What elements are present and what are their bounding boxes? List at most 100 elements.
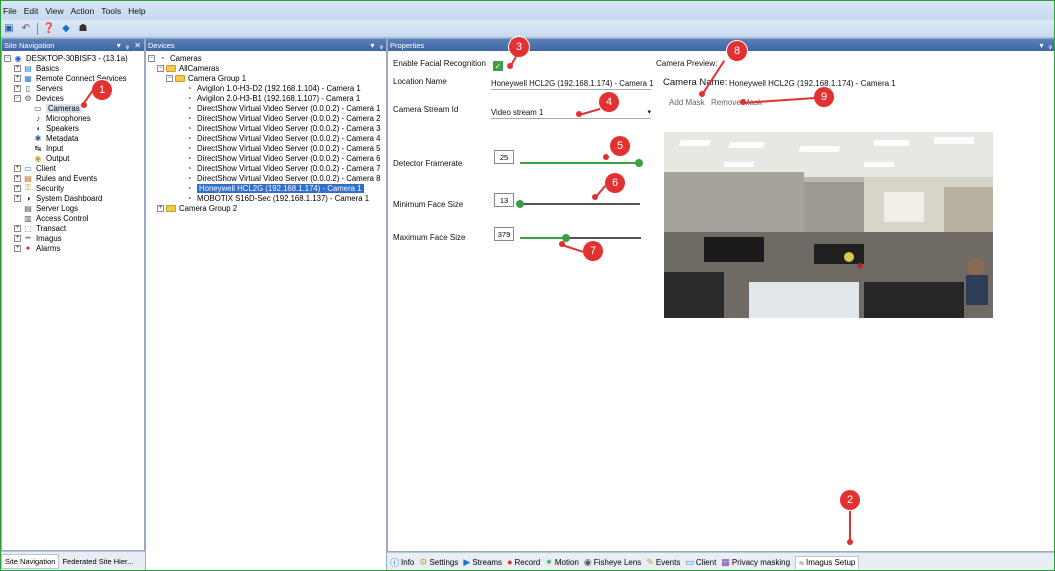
sidebar-item-rules-and-events[interactable]: + ▤ Rules and Events — [4, 173, 144, 183]
menu-edit[interactable]: Edit — [24, 6, 39, 16]
expand-icon[interactable]: + — [14, 74, 21, 82]
expand-icon[interactable]: + — [14, 174, 21, 182]
tab-federated-site[interactable]: Federated Site Hier... — [59, 555, 136, 568]
expand-icon[interactable]: + — [14, 164, 21, 172]
tab-info[interactable]: ⓘ Info — [390, 556, 414, 569]
expand-icon[interactable]: + — [14, 194, 21, 202]
expand-icon[interactable]: − — [4, 54, 11, 62]
sidebar-item-label: Server Logs — [36, 203, 79, 213]
device-tree-camera[interactable]: ◔ Honeywell HCL2G (192.168.1.174) - Camer… — [148, 183, 386, 193]
sidebar-item-basics[interactable]: + ▤ Basics — [4, 63, 144, 73]
sidebar-item-microphones[interactable]: ♪ Microphones — [4, 113, 144, 123]
menu-tools[interactable]: Tools — [101, 6, 121, 16]
device-tree-camera[interactable]: ◔ DirectShow Virtual Video Server (0.0.0.… — [148, 153, 386, 163]
device-tree-camera[interactable]: ◔ DirectShow Virtual Video Server (0.0.0.… — [148, 163, 386, 173]
device-tree-camera[interactable]: ◔ MOBOTIX S16D-Sec (192.168.1.137) - Came… — [148, 193, 386, 203]
sidebar-item-client[interactable]: + ▭ Client — [4, 163, 144, 173]
sidebar-item-label: DESKTOP-30BISF3 - (13.1a) — [26, 53, 128, 63]
connect-icon[interactable]: ◆ — [60, 23, 72, 35]
undo-icon[interactable]: ↶ — [20, 23, 32, 35]
device-tree-camera[interactable]: ◔ Avigilon 1.0-H3-D2 (192.168.1.104) - Ca… — [148, 83, 386, 93]
enable-facial-checkbox[interactable]: ✓ — [493, 61, 503, 71]
sidebar-item-input[interactable]: ↹ Input — [4, 143, 144, 153]
tab-record[interactable]: ● Record — [507, 557, 540, 567]
device-tree-camera[interactable]: ◔ Avigilon 2.0-H3-B1 (192.168.1.107) - Ca… — [148, 93, 386, 103]
max-face-input[interactable]: 379 — [494, 227, 514, 241]
min-face-input[interactable]: 13 — [494, 193, 514, 207]
expand-icon[interactable]: + — [14, 224, 21, 232]
pin-icon[interactable]: ᵩ — [379, 41, 383, 50]
expand-icon[interactable]: − — [166, 74, 173, 82]
stream-select[interactable]: Video stream 1 ▾ — [491, 108, 651, 119]
sidebar-item-metadata[interactable]: ✱ Metadata — [4, 133, 144, 143]
sidebar-item-system-dashboard[interactable]: + ◑ System Dashboard — [4, 193, 144, 203]
pin-icon[interactable]: ᵩ — [126, 41, 130, 50]
menu-view[interactable]: View — [45, 6, 63, 16]
save-icon[interactable]: ▣ — [3, 23, 15, 35]
location-field[interactable]: Honeywell HCL2G (192.168.1.174) - Camera… — [491, 79, 654, 90]
pin-dropdown-icon[interactable]: ▾ — [117, 41, 121, 50]
sidebar-item-servers[interactable]: + ▯ Servers — [4, 83, 144, 93]
help-icon[interactable]: ❓ — [43, 23, 55, 35]
expand-icon[interactable]: + — [14, 84, 21, 92]
sidebar-item-desktop-30bisf3-13-1a[interactable]: − ◉ DESKTOP-30BISF3 - (13.1a) — [4, 53, 144, 63]
expand-icon[interactable]: + — [14, 234, 21, 242]
sidebar-item-cameras[interactable]: ▭ Cameras — [4, 103, 144, 113]
expand-icon[interactable]: − — [148, 54, 155, 62]
device-tree-camera[interactable]: ◔ DirectShow Virtual Video Server (0.0.0.… — [148, 173, 386, 183]
tab-fisheye-lens[interactable]: ◉ Fisheye Lens — [584, 557, 641, 568]
sidebar-item-server-logs[interactable]: ▤ Server Logs — [4, 203, 144, 213]
menu-help[interactable]: Help — [128, 6, 145, 16]
menu-action[interactable]: Action — [71, 6, 95, 16]
tab-client[interactable]: ▭ Client — [685, 557, 716, 568]
expand-icon[interactable]: + — [14, 184, 21, 192]
add-mask-button[interactable]: Add Mask — [669, 98, 705, 107]
min-face-slider-knob[interactable] — [516, 200, 524, 208]
tab-events[interactable]: ✎ Events — [646, 557, 680, 568]
sidebar-item-output[interactable]: ◉ Output — [4, 153, 144, 163]
sidebar-item-alarms[interactable]: + ✦ Alarms — [4, 243, 144, 253]
pin-dropdown-icon[interactable]: ▾ — [1039, 41, 1043, 50]
expand-icon[interactable]: − — [157, 64, 164, 72]
close-icon[interactable]: ✕ — [134, 41, 141, 50]
servers-icon: ▯ — [25, 83, 31, 93]
tab-streams[interactable]: ▶ Streams — [463, 557, 502, 568]
framerate-slider-knob[interactable] — [635, 159, 643, 167]
sidebar-item-devices[interactable]: − ⚙ Devices — [4, 93, 144, 103]
max-face-label: Maximum Face Size — [393, 233, 466, 242]
menu-file[interactable]: File — [3, 6, 17, 16]
device-tree-camera[interactable]: ◔ DirectShow Virtual Video Server (0.0.0.… — [148, 143, 386, 153]
sidebar-item-remote-connect-services[interactable]: + ▦ Remote Connect Services — [4, 73, 144, 83]
device-tree-root[interactable]: − ◔ Cameras — [148, 53, 386, 63]
framerate-slider[interactable] — [520, 159, 643, 167]
device-tree-camera[interactable]: ◔ DirectShow Virtual Video Server (0.0.0.… — [148, 103, 386, 113]
device-tree-camera[interactable]: ◔ DirectShow Virtual Video Server (0.0.0.… — [148, 113, 386, 123]
binoculars-icon[interactable]: ☗ — [77, 23, 89, 35]
expand-icon[interactable]: + — [14, 64, 21, 72]
expand-icon[interactable]: + — [14, 244, 21, 252]
sidebar-item-imagus[interactable]: + ⥈ Imagus — [4, 233, 144, 243]
sidebar-item-access-control[interactable]: ▥ Access Control — [4, 213, 144, 223]
sidebar-item-speakers[interactable]: ◖ Speakers — [4, 123, 144, 133]
min-face-slider[interactable] — [516, 200, 640, 208]
pin-dropdown-icon[interactable]: ▾ — [370, 41, 374, 50]
framerate-input[interactable]: 25 — [494, 150, 514, 164]
annotation-marker-2: 2 — [840, 490, 860, 510]
expand-icon[interactable]: − — [14, 94, 21, 102]
device-tree-camera[interactable]: ◔ DirectShow Virtual Video Server (0.0.0.… — [148, 123, 386, 133]
device-tree-group2[interactable]: + Camera Group 2 — [148, 203, 386, 213]
tab-settings[interactable]: ⚙ Settings — [419, 557, 458, 568]
max-face-slider[interactable] — [520, 234, 641, 242]
pin-icon[interactable]: ᵩ — [1048, 41, 1052, 50]
device-tree-group1[interactable]: − Camera Group 1 — [148, 73, 386, 83]
tab-privacy-masking[interactable]: ▦ Privacy masking — [721, 557, 790, 568]
tab-imagus-setup[interactable]: ≈ Imagus Setup — [795, 555, 860, 569]
sidebar-item-transact[interactable]: + ⬚ Transact — [4, 223, 144, 233]
device-tree-camera[interactable]: ◔ DirectShow Virtual Video Server (0.0.0.… — [148, 133, 386, 143]
device-tree-allcameras[interactable]: − AllCameras — [148, 63, 386, 73]
tab-site-navigation[interactable]: Site Navigation — [1, 554, 60, 569]
expand-icon[interactable]: + — [157, 204, 164, 212]
tab-motion[interactable]: ✶ Motion — [545, 557, 579, 568]
sidebar-item-security[interactable]: + ⚿ Security — [4, 183, 144, 193]
site-navigation-title: Site Navigation — [4, 40, 55, 50]
